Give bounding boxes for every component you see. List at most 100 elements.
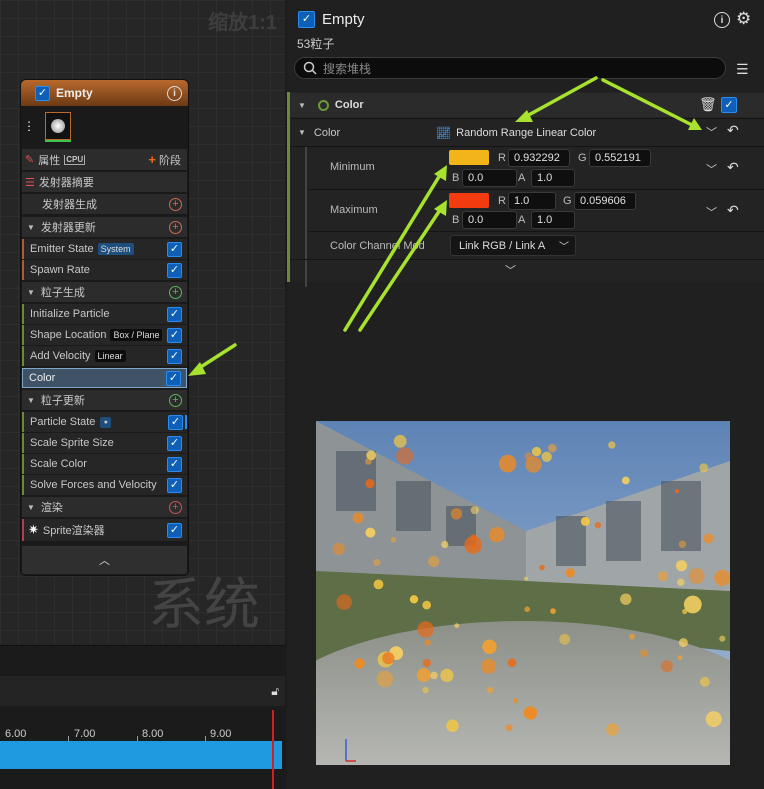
info-icon[interactable]: i [167,85,182,101]
module-enabled-checkbox[interactable]: ✓ [166,370,181,386]
particle-sprite [559,633,571,645]
color-section-header[interactable]: ▼ Color [290,93,764,117]
module-spawn-rate[interactable]: Spawn Rate ✓ [22,260,187,280]
add-module-icon[interactable]: + [169,197,182,211]
chevron-down-icon[interactable]: ﹀ [706,161,717,177]
particle-spawn-header[interactable]: ▼ 粒子生成 + [22,282,187,302]
emitter-node[interactable]: ✓ Empty i ⵗ ✎ 属性 CPU + 阶段 ☰ 发射器摘要 发射器生成 … [20,79,189,576]
chevron-down-icon[interactable]: ﹀ [706,124,717,140]
collapse-triangle-icon[interactable]: ▼ [27,288,35,297]
properties-row[interactable]: ✎ 属性 CPU + 阶段 [22,149,187,170]
add-renderer-icon[interactable]: + [169,500,182,514]
sprite-thumbnail[interactable] [45,112,71,140]
maximum-g-input[interactable]: 0.059606 [574,192,636,210]
particle-update-header[interactable]: ▼ 粒子更新 + [22,390,187,410]
channel-mode-value: Link RGB / Link A [459,239,546,252]
color-property-row[interactable]: ▼ Color 📈︎ Random Range Linear Color [290,119,764,146]
lock-icon[interactable]: 🔓︎ [271,684,279,699]
module-initialize-particle[interactable]: Initialize Particle ✓ [22,304,187,324]
module-scale-color[interactable]: Scale Color ✓ [22,454,187,474]
emitter-node-header[interactable]: ✓ Empty i [21,80,188,106]
emitter-update-header[interactable]: ▼ 发射器更新 + [22,217,187,237]
emitter-enabled-checkbox[interactable]: ✓ [35,85,50,101]
module-enabled-checkbox[interactable]: ✓ [167,241,182,257]
reset-arrow-icon[interactable]: ↶ [727,159,739,176]
emitter-spawn-row[interactable]: 发射器生成 + [22,194,187,214]
maximum-r-input[interactable]: 1.0 [508,192,556,210]
collapse-triangle-icon[interactable]: ▼ [27,503,35,512]
minimum-b-input[interactable]: 0.0 [462,169,517,187]
module-label: Shape Location [30,329,107,341]
filter-icon[interactable]: ☰ [736,61,749,78]
preview-viewport[interactable] [316,421,730,765]
a-label: A [518,214,526,226]
module-enabled-checkbox[interactable]: ✓ [168,414,183,430]
particle-sprite [373,579,384,590]
render-header[interactable]: ▼ 渲染 + [22,497,187,517]
particle-sprite [352,512,364,524]
module-solve-forces[interactable]: Solve Forces and Velocity ✓ [22,475,187,495]
particle-sprite [382,652,395,665]
stage-button[interactable]: 阶段 [159,152,181,168]
playhead-line[interactable] [272,710,274,789]
collapse-triangle-icon[interactable]: ▼ [27,396,35,405]
search-input[interactable]: 搜索堆栈 [294,57,726,79]
sprite-renderer-row[interactable]: ✷ Sprite渲染器 ✓ [22,519,187,541]
module-enabled-checkbox[interactable]: ✓ [167,456,182,472]
module-particle-state[interactable]: Particle State ● ✓ [22,412,187,432]
collapse-triangle-icon[interactable]: ▼ [27,223,35,232]
module-enabled-checkbox[interactable]: ✓ [167,477,182,493]
minimum-r-input[interactable]: 0.932292 [508,149,570,167]
module-add-velocity[interactable]: Add Velocity Linear ✓ [22,346,187,366]
minimum-g-input[interactable]: 0.552191 [589,149,651,167]
chevron-down-icon[interactable]: ﹀ [706,204,717,220]
g-label: G [563,195,572,207]
particle-sprite [487,686,494,694]
particle-sprite [580,516,590,526]
add-module-icon[interactable]: + [169,285,182,299]
particle-sprite [422,658,431,668]
emitter-track-bar[interactable] [0,741,282,769]
collapse-triangle-icon[interactable]: ▼ [298,101,306,110]
module-color-selected[interactable]: Color ✓ [22,368,187,388]
maximum-a-input[interactable]: 1.0 [531,211,575,229]
minimum-a-input[interactable]: 1.0 [531,169,575,187]
minimum-color-swatch[interactable] [449,150,489,165]
module-emitter-state[interactable]: Emitter State System ✓ [22,239,187,259]
module-shape-location[interactable]: Shape Location Box / Plane ✓ [22,325,187,345]
particle-sprite [428,556,440,568]
module-enabled-checkbox[interactable]: ✓ [167,306,182,322]
maximum-b-input[interactable]: 0.0 [462,211,517,229]
module-scale-sprite-size[interactable]: Scale Sprite Size ✓ [22,433,187,453]
module-label: Color [29,372,56,384]
module-enabled-checkbox[interactable]: ✓ [167,327,182,343]
add-module-icon[interactable]: + [169,393,182,407]
channel-mode-dropdown[interactable]: Link RGB / Link A ﹀ [450,235,576,256]
emitter-update-label: 发射器更新 [40,222,96,234]
trash-icon[interactable]: 🗑︎ [699,96,717,113]
module-enabled-checkbox[interactable]: ✓ [167,348,182,364]
emitter-summary-label: 发射器摘要 [38,177,94,189]
module-enabled-checkbox[interactable]: ✓ [167,262,182,278]
expand-chevron-icon[interactable]: ﹀ [505,262,516,278]
module-enabled-checkbox[interactable]: ✓ [721,97,737,113]
color-mode-dropdown[interactable]: Random Range Linear Color [456,127,596,139]
add-stage-icon[interactable]: + [148,152,156,167]
collapse-node-button[interactable]: ︿ [22,546,187,574]
particle-sprite [524,452,533,461]
particle-sprite [629,633,635,640]
info-icon[interactable]: i [714,12,730,28]
tick-label: 7.00 [74,728,96,740]
emitter-enabled-checkbox[interactable]: ✓ [298,11,315,28]
emitter-summary-row[interactable]: ☰ 发射器摘要 [22,172,187,192]
reset-arrow-icon[interactable]: ↶ [727,202,739,219]
add-module-icon[interactable]: + [169,220,182,234]
module-enabled-checkbox[interactable]: ✓ [167,435,182,451]
search-icon [303,61,317,75]
collapse-triangle-icon[interactable]: ▼ [298,128,306,137]
maximum-color-swatch[interactable] [449,193,489,208]
renderer-enabled-checkbox[interactable]: ✓ [167,522,182,538]
reset-arrow-icon[interactable]: ↶ [727,122,739,139]
gear-icon[interactable]: ⚙ [736,9,751,29]
timeline-ruler[interactable]: 6.00 7.00 8.00 9.00 [0,725,285,741]
